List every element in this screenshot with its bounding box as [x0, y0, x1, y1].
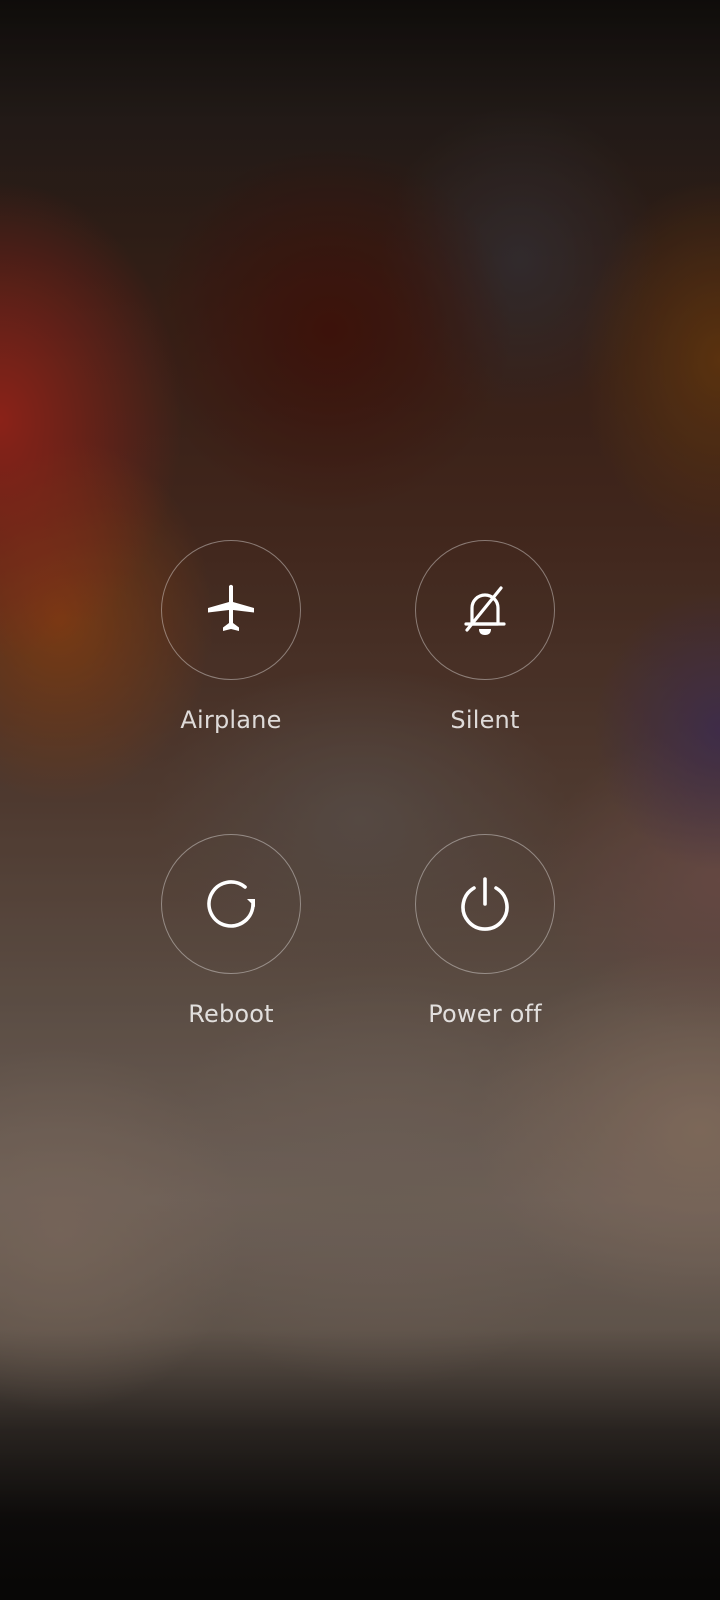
power-off-action: Power off: [385, 834, 585, 1028]
reboot-icon: [201, 874, 261, 934]
airplane-label: Airplane: [180, 706, 282, 734]
airplane-icon: [201, 580, 261, 640]
airplane-button[interactable]: [161, 540, 301, 680]
power-off-label: Power off: [428, 1000, 542, 1028]
reboot-label: Reboot: [188, 1000, 274, 1028]
silent-label: Silent: [450, 706, 520, 734]
power-off-button[interactable]: [415, 834, 555, 974]
silent-button[interactable]: [415, 540, 555, 680]
power-icon: [455, 874, 515, 934]
reboot-button[interactable]: [161, 834, 301, 974]
reboot-action: Reboot: [131, 834, 331, 1028]
silent-action: Silent: [385, 540, 585, 734]
airplane-action: Airplane: [131, 540, 331, 734]
bell-off-icon: [455, 580, 515, 640]
dim-overlay[interactable]: [0, 0, 720, 1600]
power-menu-screen: Airplane Silent Reboot Power off: [0, 0, 720, 1600]
